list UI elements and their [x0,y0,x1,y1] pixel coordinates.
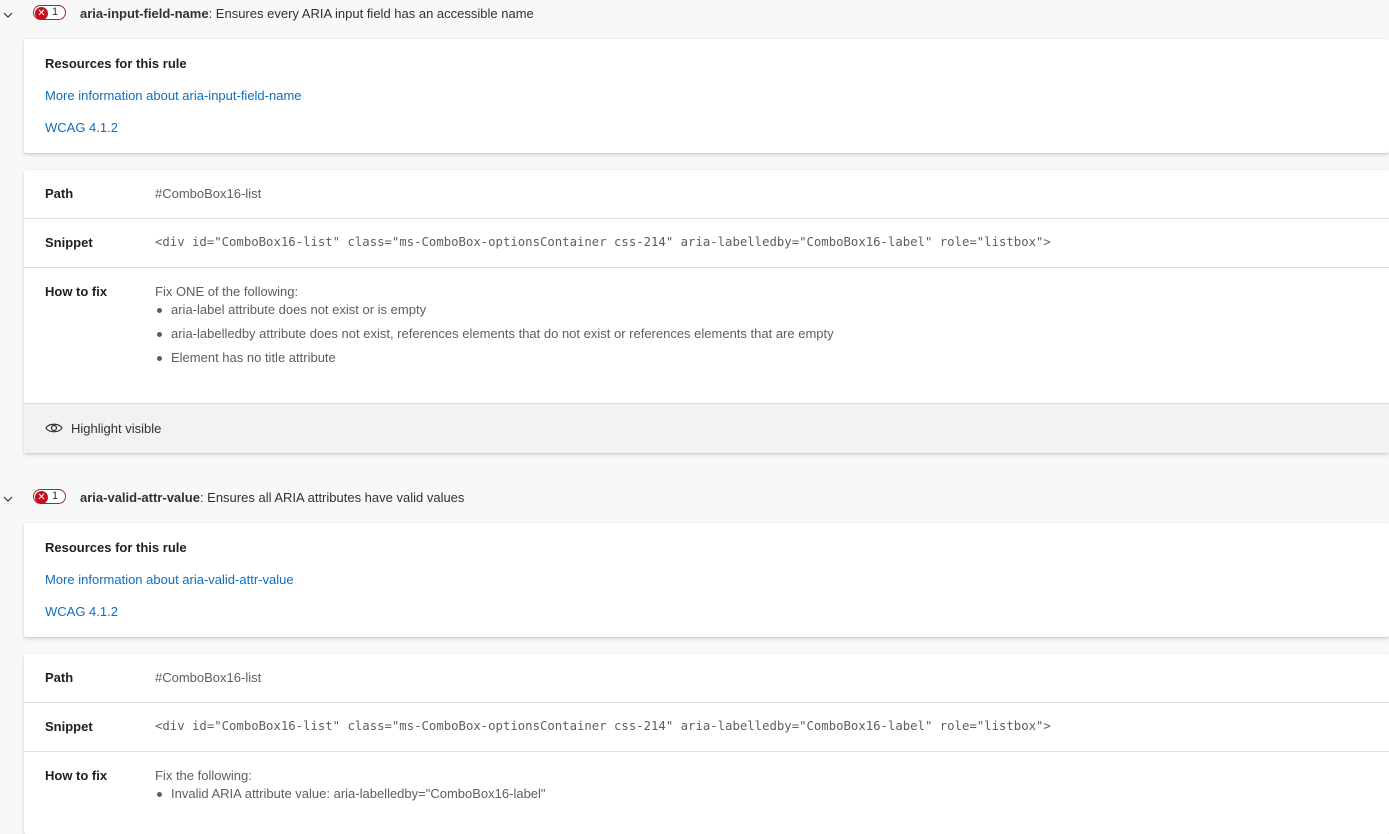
highlight-label: Highlight visible [71,421,162,436]
resources-title: Resources for this rule [45,56,187,71]
rule-aria-input-field-name: ✕ 1 aria-input-field-name: Ensures every… [0,0,1389,460]
how-to-fix-section: How to fix Fix the following: Invalid AR… [24,752,1389,832]
fix-list: Invalid ARIA attribute value: aria-label… [155,782,546,806]
how-to-fix-label: How to fix [45,768,108,783]
resources-card: Resources for this rule More information… [24,523,1389,637]
rule-title: aria-valid-attr-value: Ensures all ARIA … [80,489,464,506]
error-x-icon: ✕ [35,7,48,20]
more-info-link[interactable]: More information about aria-input-field-… [45,88,302,103]
how-to-fix-section: How to fix Fix ONE of the following: ari… [24,268,1389,404]
failure-count: 1 [52,6,59,18]
snippet-row: Snippet <div id="ComboBox16-list" class=… [24,219,1389,268]
path-label: Path [45,670,74,685]
path-label: Path [45,186,74,201]
how-to-fix-label: How to fix [45,284,108,299]
error-x-icon: ✕ [35,491,48,504]
rule-id: aria-valid-attr-value [80,490,200,505]
resources-card: Resources for this rule More information… [24,39,1389,153]
chevron-down-icon[interactable] [2,494,14,504]
snippet-label: Snippet [45,719,93,734]
rule-header[interactable]: ✕ 1 aria-input-field-name: Ensures every… [0,0,1389,26]
fix-item: Invalid ARIA attribute value: aria-label… [155,782,546,806]
failure-count: 1 [52,490,59,502]
fix-list: aria-label attribute does not exist or i… [155,298,834,370]
instance-card: Path #ComboBox16-list Snippet <div id="C… [24,170,1389,453]
fix-item: aria-label attribute does not exist or i… [155,298,834,322]
rule-id: aria-input-field-name [80,6,209,21]
fix-item: Element has no title attribute [155,346,834,370]
rule-description: : Ensures all ARIA attributes have valid… [199,490,465,505]
failure-count-badge: ✕ 1 [33,5,66,20]
rule-aria-valid-attr-value: ✕ 1 aria-valid-attr-value: Ensures all A… [0,484,1389,834]
fix-intro: Fix ONE of the following: [155,284,299,299]
snippet-value: <div id="ComboBox16-list" class="ms-Comb… [155,719,1051,733]
rule-header[interactable]: ✕ 1 aria-valid-attr-value: Ensures all A… [0,484,1389,510]
rule-description: : Ensures every ARIA input field has an … [208,6,534,21]
eye-icon [45,423,63,433]
path-row: Path #ComboBox16-list [24,654,1389,703]
chevron-down-icon[interactable] [2,10,14,20]
fix-intro: Fix the following: [155,768,252,783]
path-value: #ComboBox16-list [155,670,262,685]
snippet-row: Snippet <div id="ComboBox16-list" class=… [24,703,1389,752]
wcag-link[interactable]: WCAG 4.1.2 [45,604,118,619]
more-info-link[interactable]: More information about aria-valid-attr-v… [45,572,294,587]
rule-title: aria-input-field-name: Ensures every ARI… [80,5,534,22]
wcag-link[interactable]: WCAG 4.1.2 [45,120,118,135]
card-footer: Highlight visible [24,403,1389,453]
fix-item: aria-labelledby attribute does not exist… [155,322,834,346]
path-row: Path #ComboBox16-list [24,170,1389,219]
failure-count-badge: ✕ 1 [33,489,66,504]
snippet-label: Snippet [45,235,93,250]
resources-title: Resources for this rule [45,540,187,555]
instance-card: Path #ComboBox16-list Snippet <div id="C… [24,654,1389,834]
snippet-value: <div id="ComboBox16-list" class="ms-Comb… [155,235,1051,249]
path-value: #ComboBox16-list [155,186,262,201]
